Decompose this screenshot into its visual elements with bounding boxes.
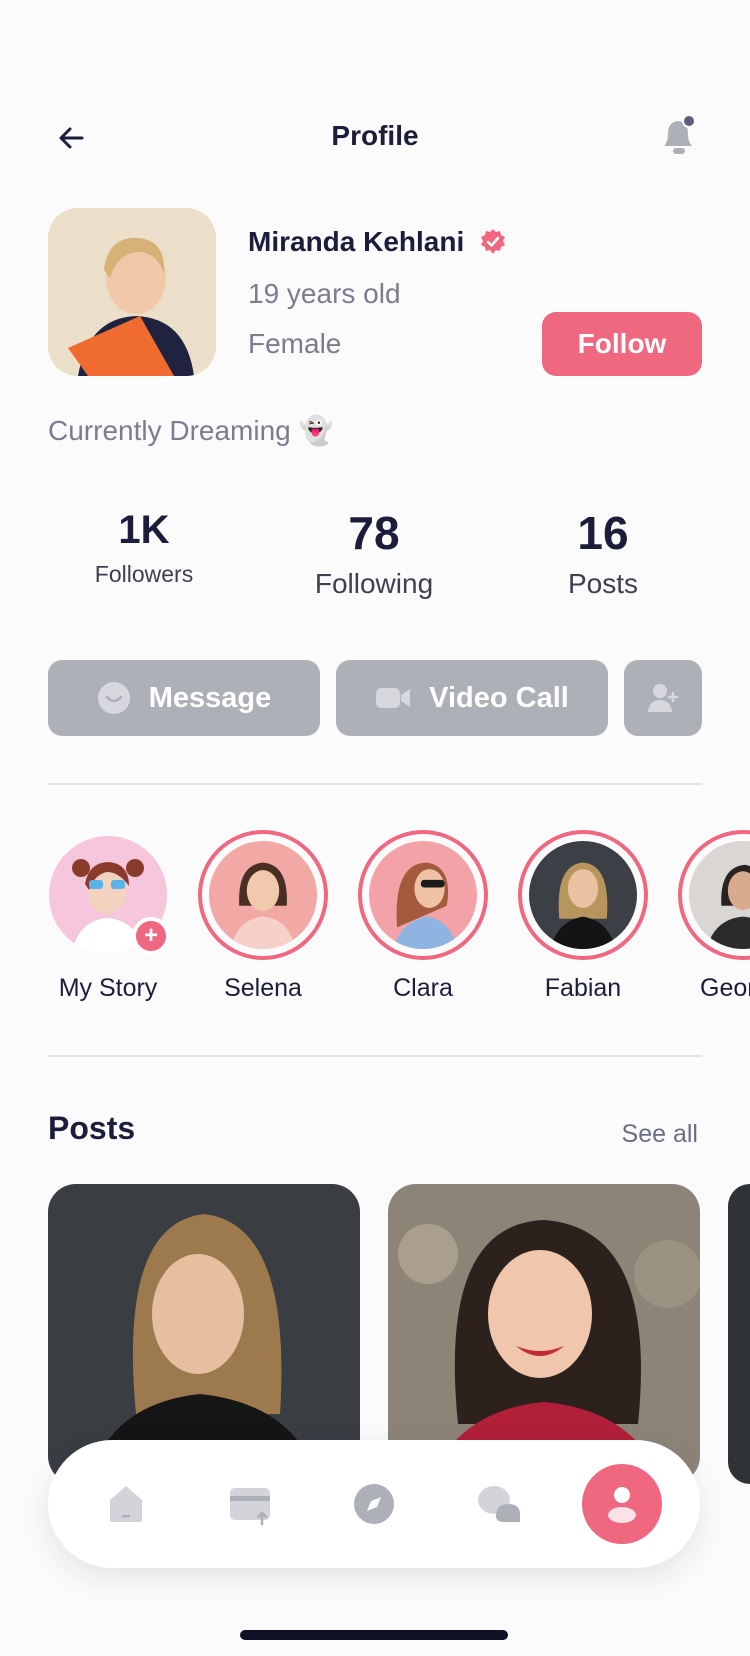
story-avatar bbox=[529, 841, 637, 949]
page-title: Profile bbox=[331, 120, 419, 151]
message-button[interactable]: Message bbox=[48, 660, 320, 736]
divider bbox=[48, 783, 702, 785]
story-fabian[interactable]: Fabian bbox=[518, 830, 648, 1003]
chat-bubbles-icon[interactable] bbox=[474, 1480, 522, 1528]
add-user-icon bbox=[648, 684, 679, 712]
video-call-button[interactable]: Video Call bbox=[336, 660, 608, 736]
story-label: My Story bbox=[58, 974, 158, 1002]
stat-followers[interactable]: 1K Followers bbox=[34, 508, 254, 588]
stat-value: 1K bbox=[118, 508, 170, 552]
add-friend-button[interactable] bbox=[624, 660, 702, 736]
stat-following[interactable]: 78 Following bbox=[264, 506, 484, 600]
profile-nav-button[interactable] bbox=[582, 1464, 662, 1544]
profile-status: Currently Dreaming 👻 bbox=[48, 415, 334, 446]
stat-label: Posts bbox=[567, 568, 639, 599]
profile-age: 19 years old bbox=[248, 278, 401, 309]
divider bbox=[48, 1055, 702, 1057]
chat-smile-icon bbox=[97, 682, 130, 714]
video-call-label: Video Call bbox=[429, 681, 569, 714]
post-thumbnail[interactable] bbox=[728, 1184, 750, 1484]
user-icon bbox=[608, 1487, 636, 1523]
add-story-icon[interactable]: + bbox=[132, 917, 170, 955]
post-thumbnail[interactable] bbox=[388, 1184, 700, 1484]
message-label: Message bbox=[148, 681, 272, 714]
stat-label: Following bbox=[314, 568, 434, 599]
posts-section-title: Posts bbox=[48, 1110, 136, 1146]
follow-button[interactable]: Follow bbox=[542, 312, 702, 376]
stat-label: Followers bbox=[94, 561, 194, 587]
stat-value: 78 bbox=[348, 507, 400, 559]
story-avatar bbox=[689, 841, 750, 949]
story-geor[interactable]: Geor bbox=[678, 830, 750, 1003]
compass-icon[interactable] bbox=[350, 1480, 398, 1528]
story-label: Selena bbox=[224, 974, 302, 1002]
story-clara[interactable]: Clara bbox=[358, 830, 488, 1003]
see-all-link[interactable]: See all bbox=[598, 1120, 698, 1149]
stat-posts[interactable]: 16 Posts bbox=[493, 506, 713, 600]
story-selena[interactable]: Selena bbox=[198, 830, 328, 1003]
video-camera-icon bbox=[376, 688, 411, 708]
story-label: Fabian bbox=[544, 974, 622, 1002]
profile-avatar bbox=[48, 208, 216, 376]
verified-badge-icon bbox=[481, 229, 505, 254]
profile-gender: Female bbox=[248, 328, 342, 359]
stat-value: 16 bbox=[577, 507, 629, 559]
story-avatar bbox=[369, 841, 477, 949]
story-label: Clara bbox=[393, 974, 453, 1002]
bell-icon[interactable] bbox=[656, 112, 702, 160]
wallet-card-icon[interactable] bbox=[226, 1480, 274, 1528]
story-avatar bbox=[209, 841, 317, 949]
home-indicator bbox=[240, 1630, 508, 1640]
profile-name: Miranda Kehlani bbox=[248, 226, 465, 257]
post-thumbnail[interactable] bbox=[48, 1184, 360, 1484]
home-icon[interactable] bbox=[102, 1480, 150, 1528]
story-label: Geor bbox=[700, 974, 750, 1002]
